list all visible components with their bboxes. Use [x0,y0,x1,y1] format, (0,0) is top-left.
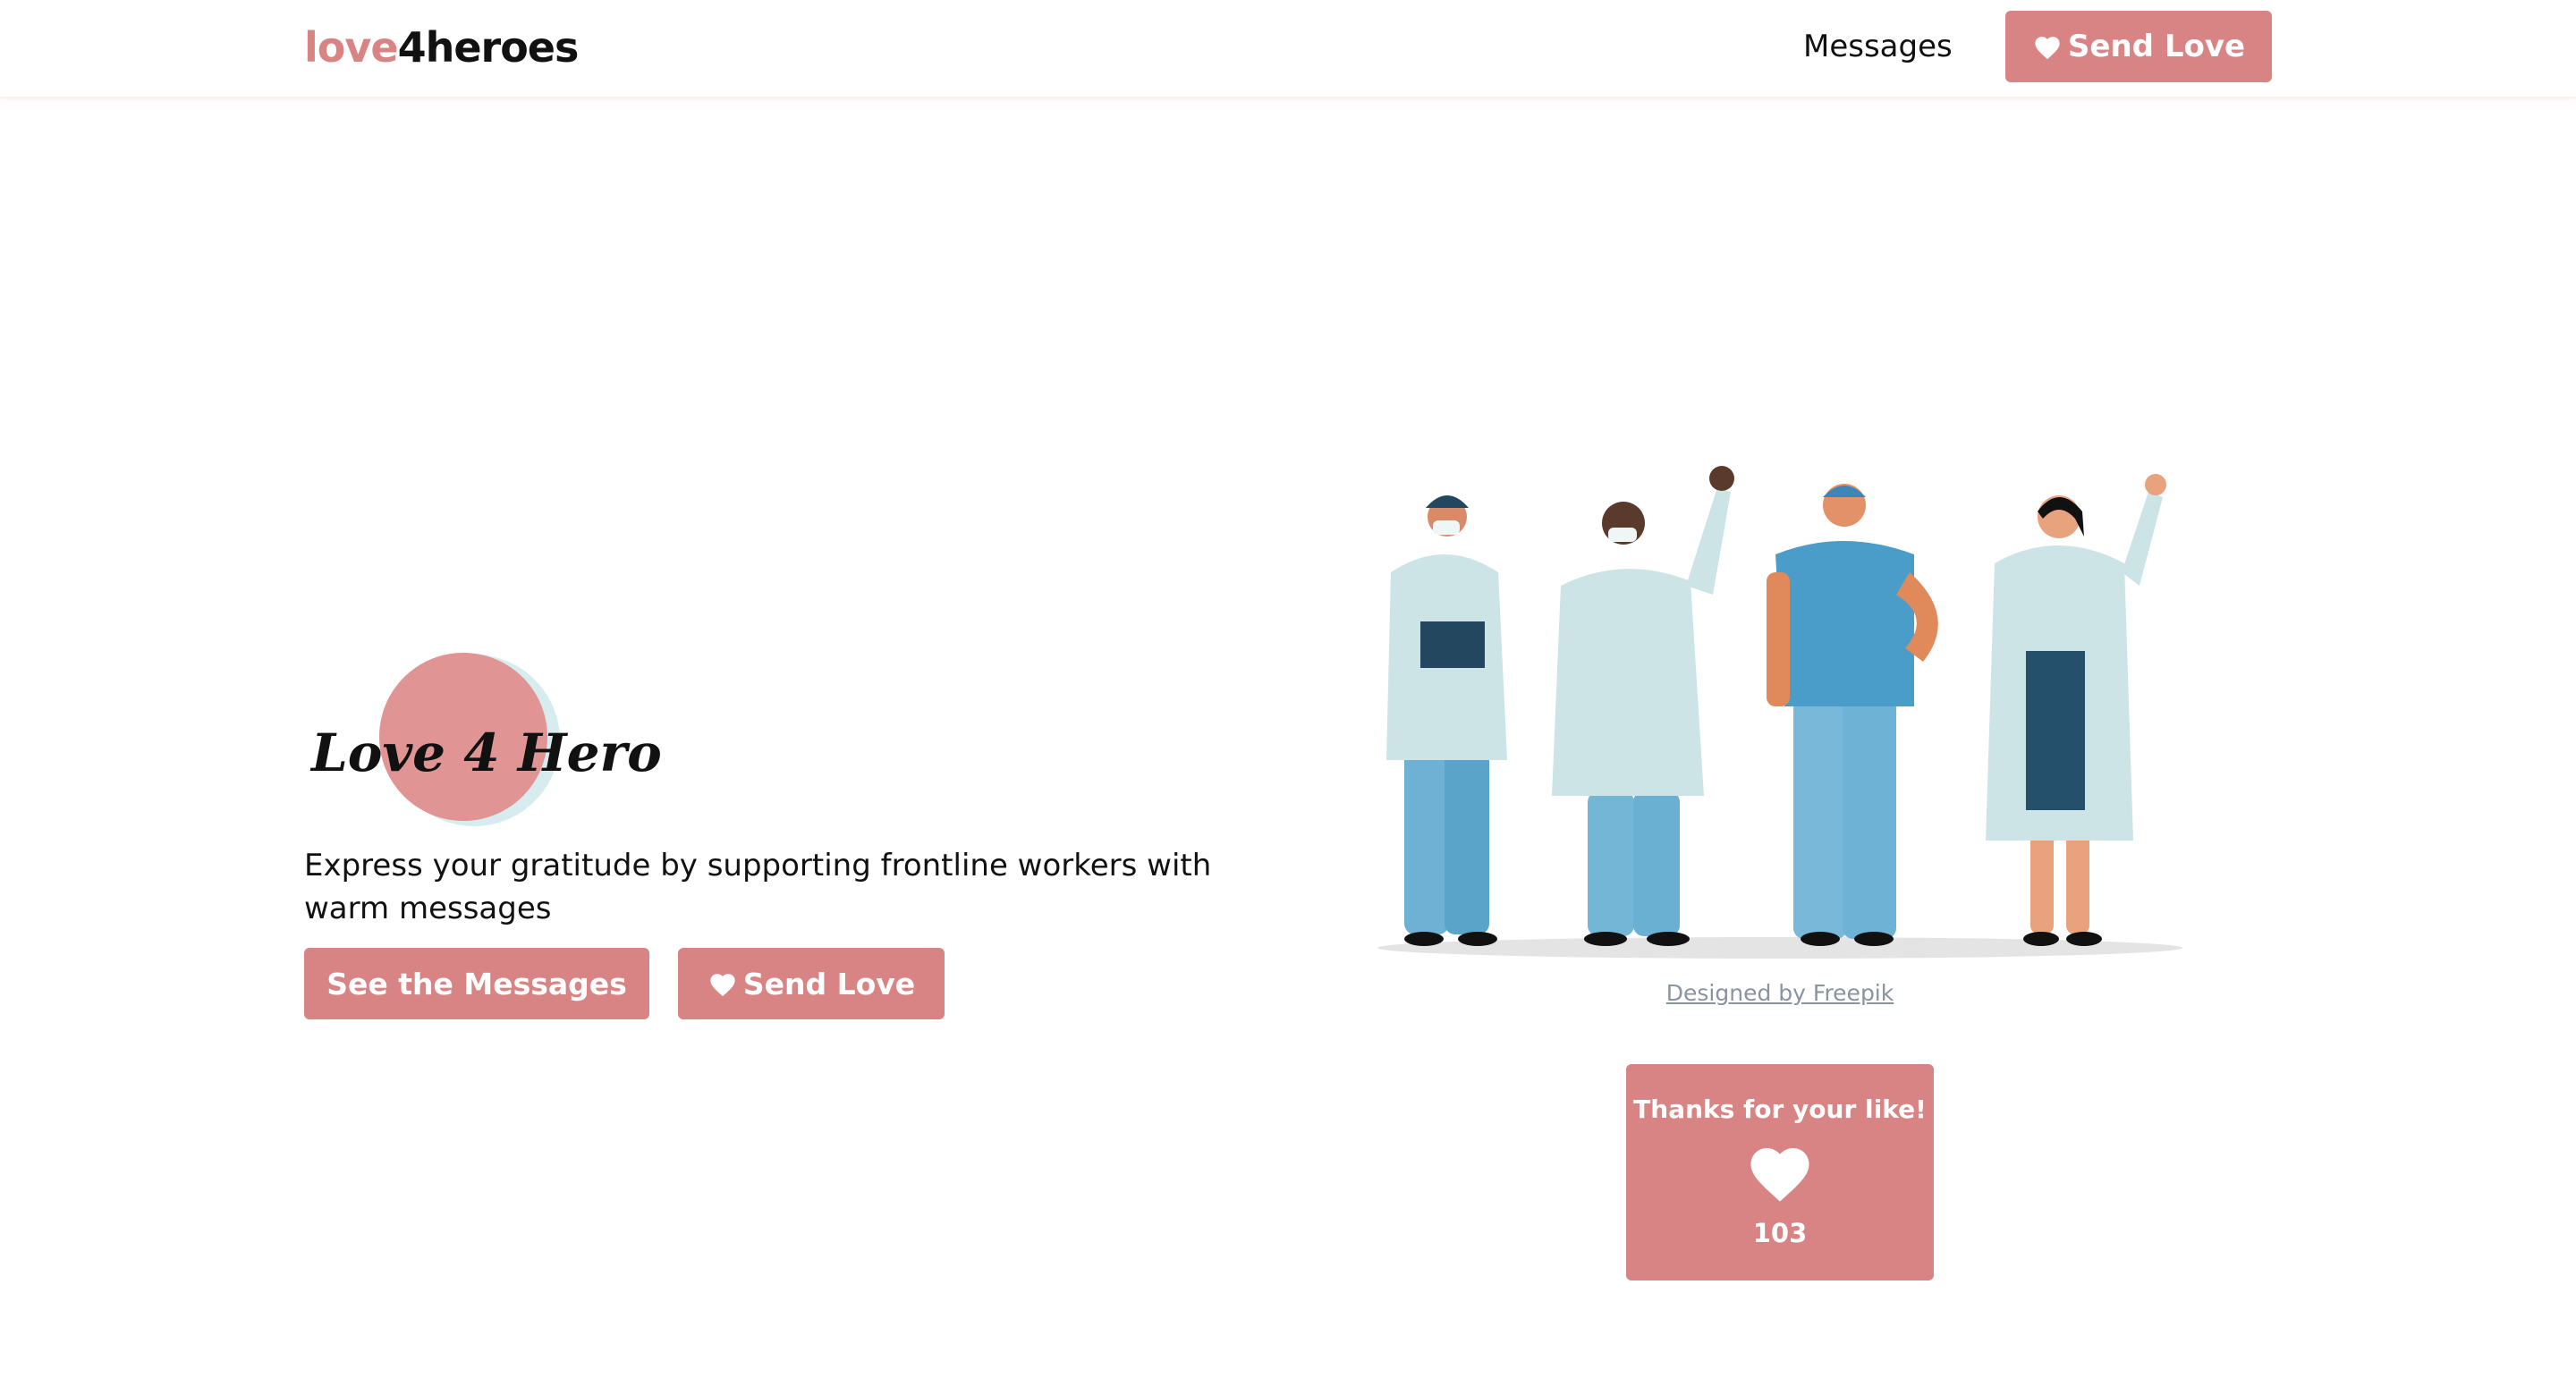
freepik-credit-link[interactable]: Designed by Freepik [1565,980,1995,1006]
hero-logo: Love 4 Heroes [304,653,724,832]
hero-description: Express your gratitude by supporting fro… [304,848,1212,926]
see-messages-label: See the Messages [326,966,627,1001]
nav-send-love-button[interactable]: Send Love [2005,11,2272,82]
healthcare-workers-illustration [1368,438,2191,966]
brand-part-love: love [304,23,399,72]
like-card-title: Thanks for your like! [1633,1094,1927,1124]
navbar: love4heroes Messages Send Love [0,0,2576,98]
heart-icon [710,974,735,997]
brand-part-heroes: 4heroes [397,23,580,72]
like-card: Thanks for your like! 103 [1626,1064,1934,1280]
hero-send-love-label: Send Love [742,966,916,1001]
like-heart-icon[interactable] [1745,1139,1815,1204]
see-messages-button[interactable]: See the Messages [304,948,649,1019]
heart-icon [2035,37,2060,60]
hero-logo-text: Love 4 Heroes [309,723,662,783]
like-count: 103 [1752,1218,1808,1248]
brand-logo[interactable]: love4heroes [304,20,580,75]
nav-messages-link[interactable]: Messages [1803,27,1953,66]
hero-send-love-button[interactable]: Send Love [678,948,945,1019]
nav-send-love-label: Send Love [2067,29,2246,64]
